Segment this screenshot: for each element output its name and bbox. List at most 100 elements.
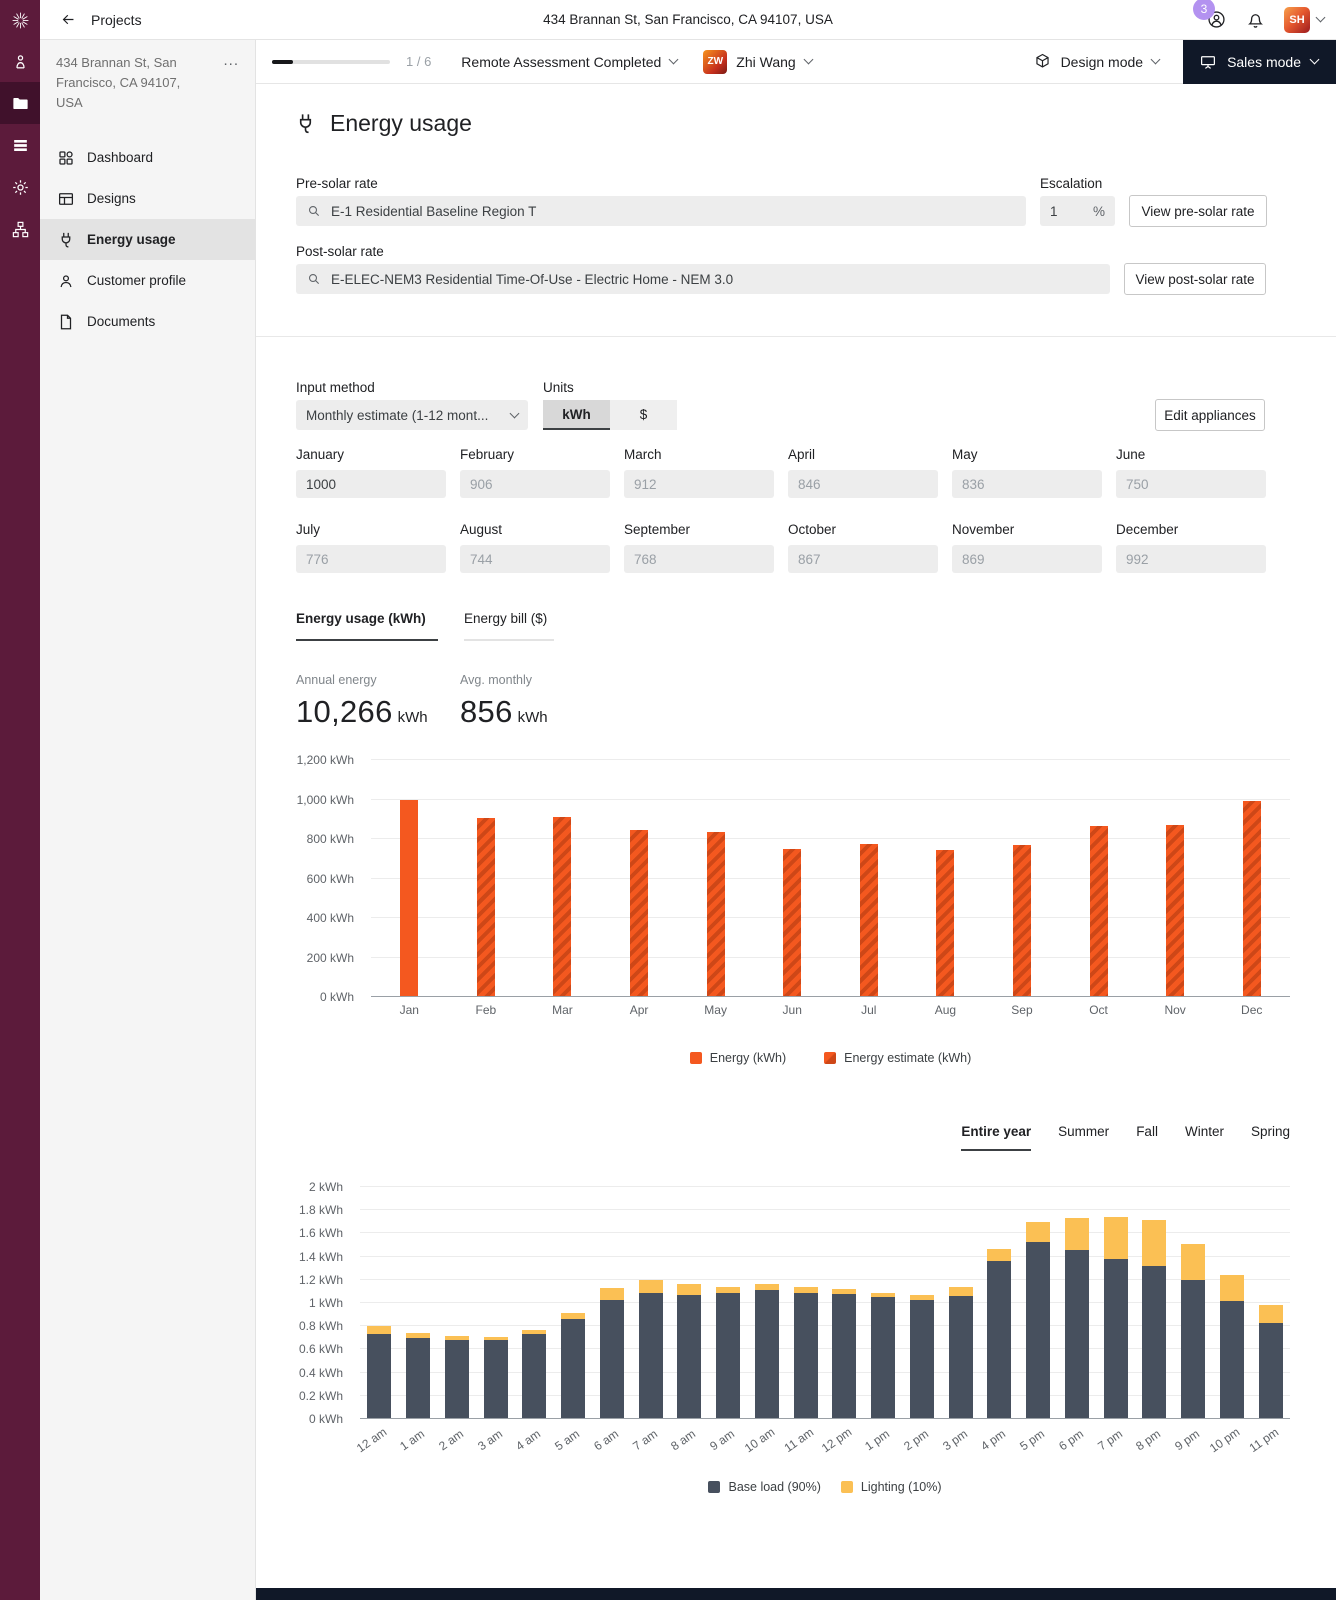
month-cell-august: August — [460, 522, 610, 573]
season-tab-spring[interactable]: Spring — [1251, 1124, 1290, 1151]
segment-base-load-90 — [484, 1340, 508, 1419]
projects-breadcrumb[interactable]: Projects — [91, 12, 142, 28]
x-tick-label: Jan — [400, 1003, 419, 1017]
back-button[interactable] — [60, 11, 77, 28]
month-input-august[interactable] — [460, 545, 610, 573]
folder-icon — [11, 94, 30, 113]
pre-solar-rate-label: Pre-solar rate — [296, 176, 378, 191]
x-tick-label: 2 am — [436, 1427, 466, 1454]
month-label: October — [788, 522, 938, 537]
status-dropdown[interactable]: Remote Assessment Completed — [461, 54, 677, 70]
rail-item-profile[interactable] — [0, 40, 40, 82]
y-tick-label: 1.8 kWh — [256, 1203, 343, 1217]
sidebar-item-energy-usage[interactable]: Energy usage — [40, 219, 255, 260]
view-post-solar-rate-button[interactable]: View post-solar rate — [1124, 263, 1266, 295]
x-tick-label: 9 am — [707, 1427, 737, 1454]
y-tick-label: 1.2 kWh — [256, 1273, 343, 1287]
post-solar-rate-input[interactable] — [331, 272, 1100, 287]
segment-base-load-90 — [794, 1293, 818, 1419]
chevron-down-icon — [1151, 55, 1161, 65]
x-tick-label: 12 am — [354, 1425, 389, 1456]
escalation-unit: % — [1093, 204, 1105, 219]
x-tick-label: 12 pm — [819, 1425, 854, 1456]
monthly-usage-chart: 0 kWh200 kWh400 kWh600 kWh800 kWh1,000 k… — [256, 752, 1290, 1072]
season-tab-entire-year[interactable]: Entire year — [961, 1124, 1031, 1151]
segment-base-load-90 — [1220, 1301, 1244, 1419]
month-input-may[interactable] — [952, 470, 1102, 498]
input-method-dropdown[interactable]: Monthly estimate (1-12 mont... — [296, 400, 528, 430]
month-cell-october: October — [788, 522, 938, 573]
segment-lighting-10 — [1104, 1217, 1128, 1259]
rail-item-settings[interactable] — [0, 166, 40, 208]
x-tick-label: 4 am — [514, 1427, 544, 1454]
tab-energy-bill[interactable]: Energy bill ($) — [464, 611, 554, 641]
support-button[interactable]: 3 — [1206, 9, 1227, 30]
project-more-button[interactable]: ... — [223, 53, 239, 113]
notifications-button[interactable] — [1245, 9, 1266, 30]
avg-monthly-stat: Avg. monthly 856kWh — [460, 673, 548, 730]
segment-lighting-10 — [600, 1288, 624, 1300]
chevron-down-icon — [803, 55, 813, 65]
season-tab-fall[interactable]: Fall — [1136, 1124, 1158, 1151]
view-pre-solar-rate-button[interactable]: View pre-solar rate — [1129, 195, 1267, 227]
search-icon — [306, 271, 322, 287]
rail-item-tables[interactable] — [0, 124, 40, 166]
legend-swatch — [824, 1052, 836, 1064]
pre-solar-rate-field[interactable] — [296, 196, 1026, 226]
design-mode-dropdown[interactable]: Design mode — [1033, 52, 1160, 71]
sidebar-item-documents[interactable]: Documents — [40, 301, 255, 342]
pre-solar-rate-input[interactable] — [331, 204, 1016, 219]
x-tick-label: Aug — [935, 1003, 956, 1017]
escalation-field[interactable]: 1 % — [1040, 196, 1115, 226]
user-menu[interactable]: SH — [1284, 7, 1324, 33]
sidebar-item-designs[interactable]: Designs — [40, 178, 255, 219]
month-input-november[interactable] — [952, 545, 1102, 573]
month-input-july[interactable] — [296, 545, 446, 573]
annual-energy-value: 10,266 — [296, 694, 393, 729]
sidebar-item-customer-profile[interactable]: Customer profile — [40, 260, 255, 301]
person-frame-icon — [11, 52, 30, 71]
y-tick-label: 1,200 kWh — [256, 753, 354, 767]
legend-swatch — [841, 1481, 853, 1493]
sales-mode-button[interactable]: Sales mode — [1183, 40, 1336, 84]
units-option-[interactable]: $ — [610, 400, 677, 430]
x-tick-label: 5 am — [552, 1427, 582, 1454]
month-input-march[interactable] — [624, 470, 774, 498]
season-tab-winter[interactable]: Winter — [1185, 1124, 1224, 1151]
month-input-october[interactable] — [788, 545, 938, 573]
aurora-logo-icon[interactable] — [0, 0, 40, 40]
units-option-kwh[interactable]: kWh — [543, 400, 610, 430]
season-tab-summer[interactable]: Summer — [1058, 1124, 1109, 1151]
edit-appliances-button[interactable]: Edit appliances — [1155, 399, 1265, 431]
month-input-december[interactable] — [1116, 545, 1266, 573]
month-input-april[interactable] — [788, 470, 938, 498]
month-input-january[interactable] — [296, 470, 446, 498]
workflow-toolbar: 1 / 6 Remote Assessment Completed ZW Zhi… — [256, 40, 1336, 84]
month-input-june[interactable] — [1116, 470, 1266, 498]
sitemap-icon — [11, 220, 30, 239]
tab-energy-usage-kwh[interactable]: Energy usage (kWh) — [296, 611, 438, 641]
post-solar-rate-field[interactable] — [296, 264, 1110, 294]
y-tick-label: 600 kWh — [256, 872, 354, 886]
gear-icon — [11, 178, 30, 197]
annual-energy-unit: kWh — [398, 709, 428, 726]
rail-item-projects[interactable] — [0, 82, 40, 124]
segment-lighting-10 — [1181, 1244, 1205, 1280]
bar-dec — [1243, 801, 1261, 997]
bell-icon — [1245, 9, 1266, 30]
month-input-february[interactable] — [460, 470, 610, 498]
energy-usage-page: Energy usage Pre-solar rate Escalation 1… — [256, 84, 1336, 1600]
month-input-september[interactable] — [624, 545, 774, 573]
y-tick-label: 0.6 kWh — [256, 1342, 343, 1356]
x-tick-label: Jul — [861, 1003, 876, 1017]
gridline — [371, 917, 1290, 918]
assignee-dropdown[interactable]: ZW Zhi Wang — [703, 50, 811, 74]
rail-item-org[interactable] — [0, 208, 40, 250]
legend-item-energy-estimate-kwh: Energy estimate (kWh) — [824, 1051, 971, 1065]
bar-7-pm — [1104, 1187, 1128, 1419]
sidebar-item-dashboard[interactable]: Dashboard — [40, 137, 255, 178]
segment-base-load-90 — [871, 1297, 895, 1419]
bar-9-pm — [1181, 1187, 1205, 1419]
sidebar-item-label: Designs — [87, 191, 136, 206]
progress-fill — [272, 60, 293, 64]
